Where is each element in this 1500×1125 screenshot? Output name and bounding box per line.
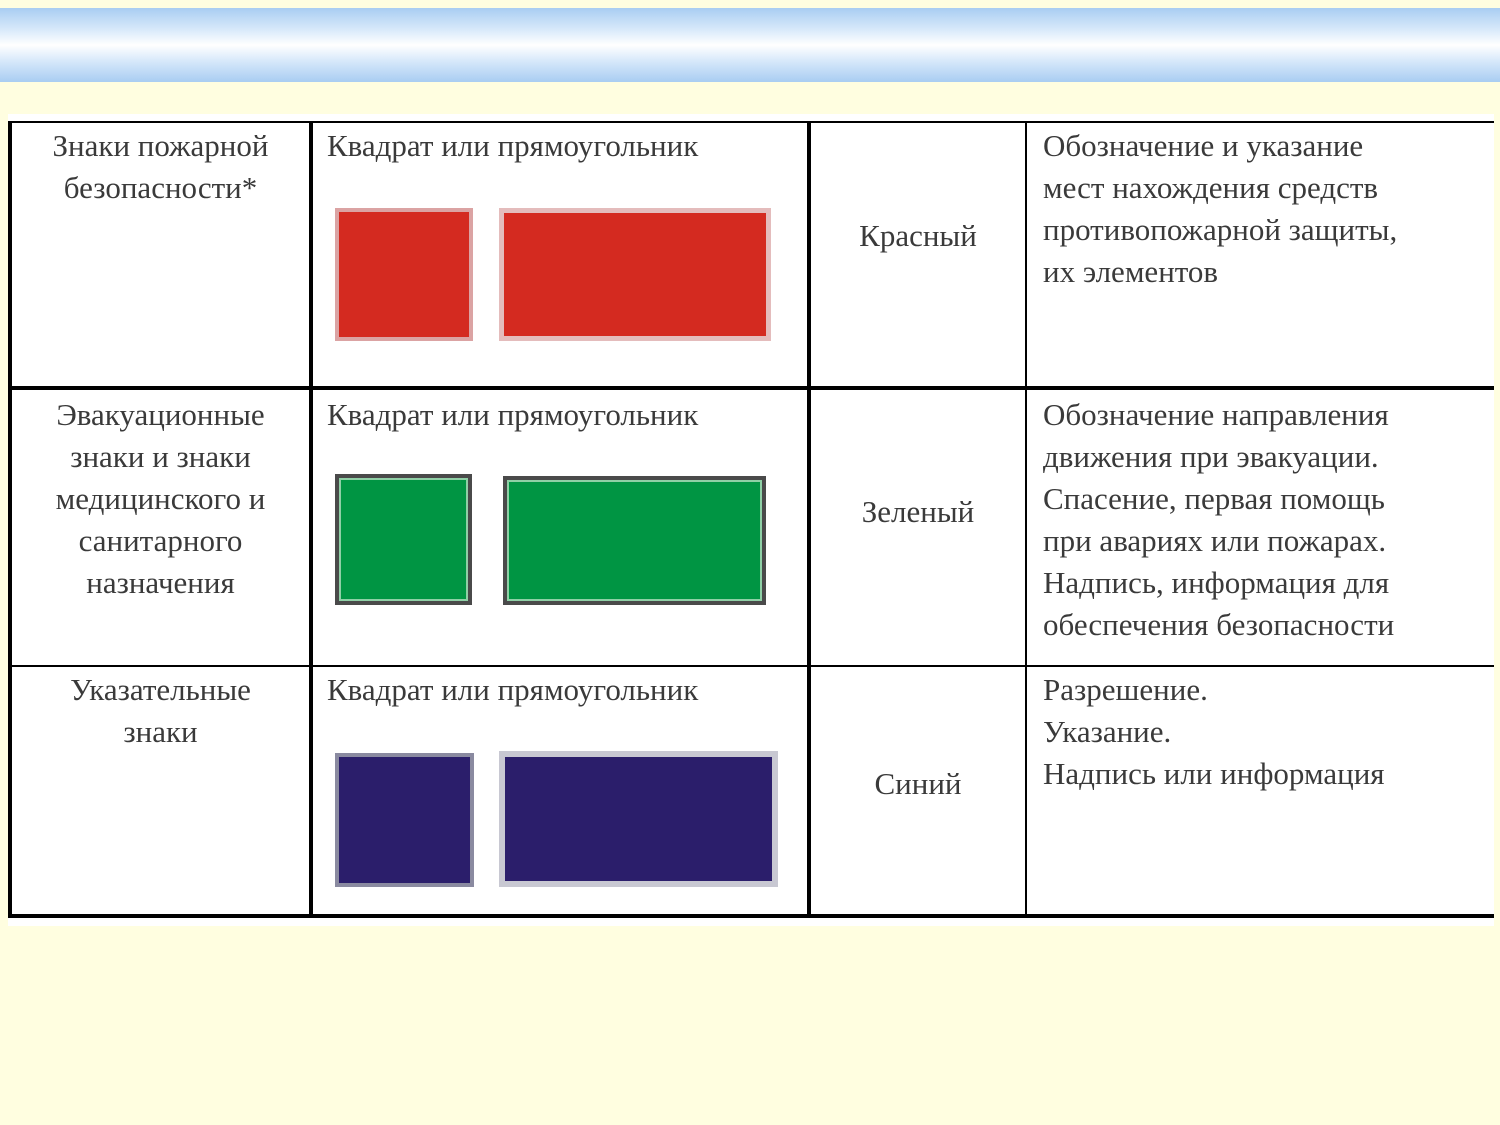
- description-line: Надпись, информация для: [1043, 565, 1390, 600]
- green-square-swatch: [335, 474, 472, 605]
- blue-rectangle-swatch: [499, 751, 778, 887]
- shape-cell: Квадрат или прямоугольник: [311, 666, 811, 918]
- description-line: Обозначение направления: [1043, 397, 1389, 432]
- sign-category-cell: Указательные знаки: [8, 666, 313, 918]
- shape-cell: Квадрат или прямоугольник: [311, 121, 811, 390]
- description-line: обеспечения безопасности: [1043, 607, 1395, 642]
- red-rectangle-swatch: [499, 208, 771, 341]
- safety-colors-table: Знаки пожарной безопасности* Квадрат или…: [8, 121, 1494, 918]
- category-line: Знаки пожарной: [52, 128, 269, 163]
- shape-cell: Квадрат или прямоугольник: [311, 388, 811, 667]
- sign-category-cell: Эвакуационные знаки и знаки медицинского…: [8, 388, 313, 667]
- category-line: назначения: [86, 565, 235, 600]
- table-row: Эвакуационные знаки и знаки медицинского…: [8, 388, 1494, 667]
- description-line: Спасение, первая помощь: [1043, 481, 1385, 516]
- color-name-cell: Зеленый: [809, 388, 1027, 667]
- safety-signs-table-sheet: Знаки пожарной безопасности* Квадрат или…: [8, 114, 1494, 926]
- red-square-swatch: [335, 208, 473, 341]
- description-line: мест нахождения средств: [1043, 170, 1379, 205]
- category-line: безопасности*: [63, 170, 258, 205]
- category-line: знаки: [123, 714, 198, 749]
- category-line: медицинского и: [55, 481, 266, 516]
- description-line: движения при эвакуации.: [1043, 439, 1379, 474]
- green-rectangle-swatch: [503, 476, 766, 605]
- header-banner: [0, 8, 1500, 82]
- color-name: Синий: [874, 765, 962, 801]
- blue-square-swatch: [335, 753, 474, 887]
- description-cell: Разрешение. Указание. Надпись или информ…: [1026, 666, 1494, 918]
- shape-label: Квадрат или прямоугольник: [327, 397, 699, 432]
- color-name: Красный: [859, 217, 977, 253]
- description-line: Надпись или информация: [1043, 756, 1385, 791]
- color-name-cell: Красный: [809, 121, 1027, 390]
- category-line: Эвакуационные: [56, 397, 265, 432]
- table-row: Указательные знаки Квадрат или прямоугол…: [8, 666, 1494, 918]
- description-cell: Обозначение направления движения при эва…: [1026, 388, 1494, 667]
- category-line: санитарного: [78, 523, 243, 558]
- description-line: при авариях или пожарах.: [1043, 523, 1387, 558]
- description-line: Разрешение.: [1043, 672, 1208, 707]
- description-line: Обозначение и указание: [1043, 128, 1364, 163]
- description-cell: Обозначение и указание мест нахождения с…: [1026, 121, 1494, 390]
- description-line: противопожарной защиты,: [1043, 212, 1398, 247]
- color-name-cell: Синий: [809, 666, 1027, 918]
- category-line: Указательные: [70, 672, 251, 707]
- description-line: их элементов: [1043, 254, 1219, 289]
- description-line: Указание.: [1043, 714, 1172, 749]
- shape-label: Квадрат или прямоугольник: [327, 672, 699, 707]
- sign-category-cell: Знаки пожарной безопасности*: [8, 121, 313, 390]
- shape-label: Квадрат или прямоугольник: [327, 128, 699, 163]
- color-name: Зеленый: [861, 493, 975, 529]
- table-row: Знаки пожарной безопасности* Квадрат или…: [8, 121, 1494, 390]
- category-line: знаки и знаки: [70, 439, 251, 474]
